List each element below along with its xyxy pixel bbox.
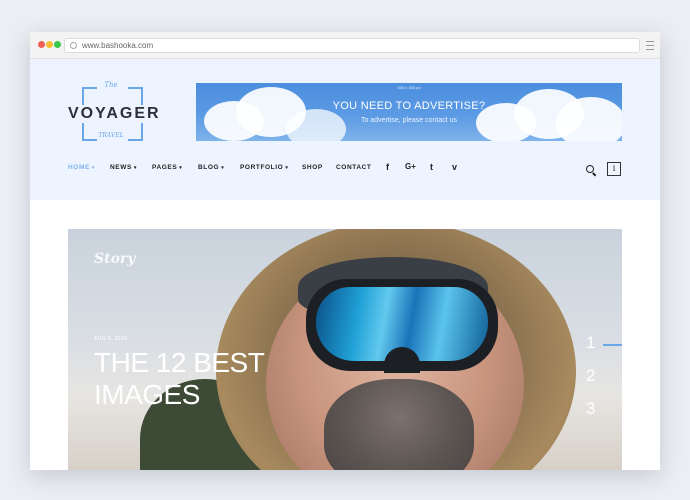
chevron-down-icon: ▾ <box>133 165 138 171</box>
nav-item-pages[interactable]: PAGES ▾ <box>152 164 182 171</box>
slide-indicator-1[interactable]: 1 <box>586 333 595 353</box>
browser-chrome: www.bashooka.com <box>30 32 660 59</box>
logo-name-text: VOYAGER <box>68 105 161 123</box>
facebook-icon[interactable]: f <box>386 162 389 172</box>
ad-title: YOU NEED TO ADVERTISE? <box>332 100 486 112</box>
nav-item-shop[interactable]: SHOP <box>302 164 323 171</box>
minimize-window-button[interactable] <box>46 41 53 48</box>
post-title[interactable]: THE 12 BEST IMAGES <box>94 347 294 411</box>
post-date: AUG 6, 2016 <box>94 336 128 342</box>
reload-icon[interactable] <box>70 42 77 49</box>
chevron-down-icon: ▾ <box>91 165 96 171</box>
search-icon[interactable] <box>586 165 594 173</box>
hero-slider[interactable]: Story AUG 6, 2016 THE 12 BEST IMAGES 1 2… <box>68 229 622 470</box>
vimeo-icon[interactable]: v <box>452 162 457 172</box>
nav-item-label: SHOP <box>302 164 323 171</box>
chevron-down-icon: ▾ <box>285 165 289 171</box>
advertise-banner[interactable]: 000 x 000 px YOU NEED TO ADVERTISE? To a… <box>196 83 622 141</box>
address-bar[interactable]: www.bashooka.com <box>64 38 640 53</box>
nav-item-label: BLOG <box>198 164 220 171</box>
nav-item-label: NEWS <box>110 164 132 171</box>
nav-item-portfolio[interactable]: PORTFOLIO ▾ <box>240 164 288 171</box>
site-header: The VOYAGER TRAVEL 000 x 000 px YOU NEED… <box>30 59 660 200</box>
slide-indicator-2[interactable]: 2 <box>586 366 595 386</box>
logo-the-text: The <box>104 81 118 89</box>
nav-item-label: HOME <box>68 164 90 171</box>
google-plus-icon[interactable]: G+ <box>405 162 416 171</box>
nav-item-blog[interactable]: BLOG ▾ <box>198 164 224 171</box>
info-icon[interactable]: i <box>607 162 621 176</box>
nav-item-label: CONTACT <box>336 164 372 171</box>
nav-item-label: PAGES <box>152 164 178 171</box>
close-window-button[interactable] <box>38 41 45 48</box>
nav-item-news[interactable]: NEWS ▾ <box>110 164 137 171</box>
chevron-down-icon: ▾ <box>179 165 183 171</box>
twitter-icon[interactable]: t <box>430 162 433 172</box>
browser-window: www.bashooka.com The VOYAGER TRAVEL 000 … <box>30 32 660 470</box>
hero-image-beard <box>324 379 474 470</box>
nav-item-home[interactable]: HOME ▾ <box>68 164 95 171</box>
logo-travel-text: TRAVEL <box>98 132 124 139</box>
main-navigation: HOME ▾ NEWS ▾ PAGES ▾ BLOG ▾ PORTFOLIO ▾ SHOP… <box>30 162 660 176</box>
nav-item-label: PORTFOLIO <box>240 164 284 171</box>
post-category[interactable]: Story <box>94 251 135 267</box>
maximize-window-button[interactable] <box>54 41 61 48</box>
url-text: www.bashooka.com <box>82 41 154 50</box>
ad-subtitle: To advertise, please contact us <box>360 117 458 124</box>
cloud-shape <box>286 109 346 141</box>
active-slide-marker <box>603 344 622 346</box>
ad-size-text: 000 x 000 px <box>397 85 421 90</box>
chevron-down-icon: ▾ <box>221 165 225 171</box>
site-logo[interactable]: The VOYAGER TRAVEL <box>68 81 161 141</box>
nav-item-contact[interactable]: CONTACT <box>336 164 372 171</box>
slide-indicator-3[interactable]: 3 <box>586 399 595 419</box>
browser-menu-icon[interactable] <box>646 41 654 50</box>
